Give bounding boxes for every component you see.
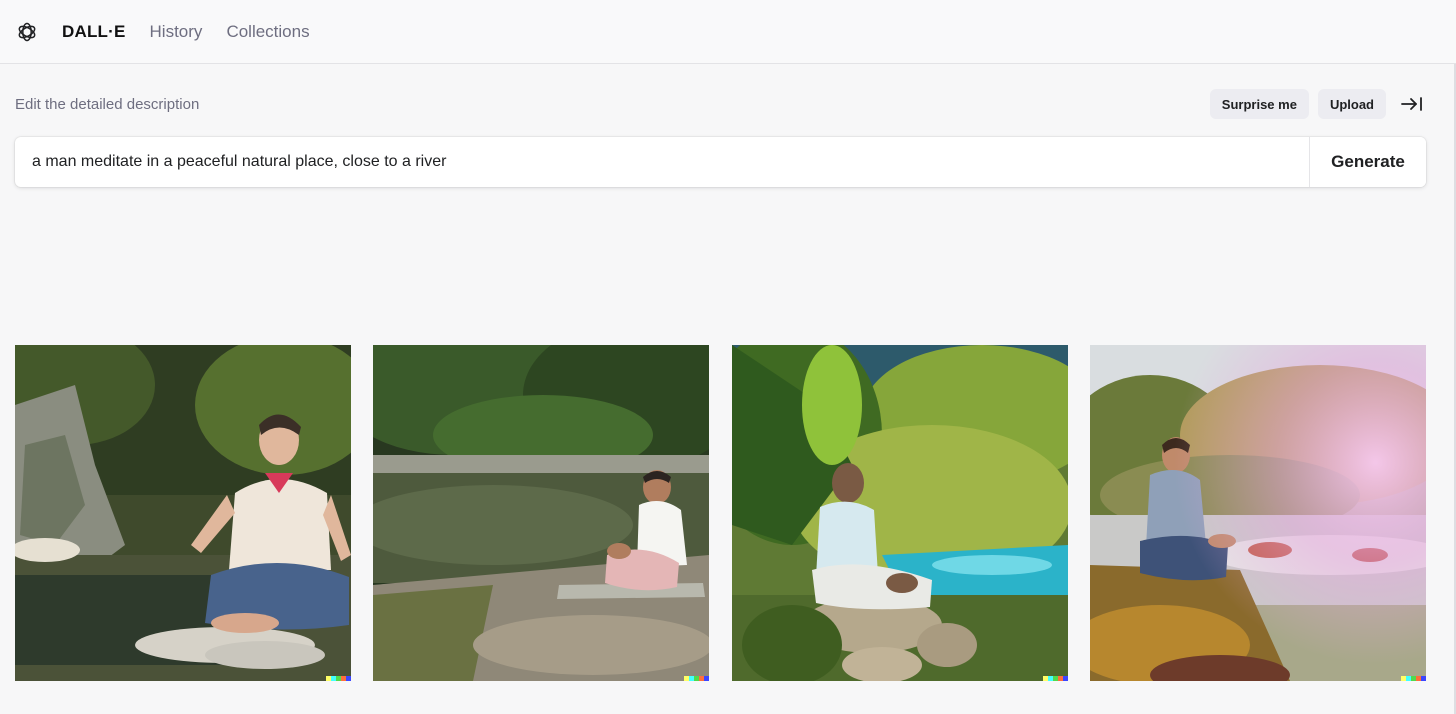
meditation-image-1 [15,345,351,681]
image-signature [684,676,710,681]
description-label: Edit the detailed description [15,95,200,113]
result-image-3[interactable] [731,345,1068,681]
nav-link-history[interactable]: History [150,22,203,42]
brand-title[interactable]: DALL·E [62,22,126,42]
image-signature [1042,676,1068,681]
nav-link-collections[interactable]: Collections [226,22,309,42]
results-grid [15,345,1426,681]
top-navigation-bar: DALL·E History Collections [0,0,1456,64]
surprise-me-button[interactable]: Surprise me [1209,89,1309,119]
meditation-image-3 [731,345,1068,681]
image-signature [326,676,351,681]
editor-header: Edit the detailed description Surprise m… [15,86,1426,122]
image-signature [1400,676,1426,681]
result-image-2[interactable] [373,345,710,681]
result-image-4[interactable] [1089,345,1426,681]
meditation-image-2 [373,345,710,681]
openai-logo-icon[interactable] [15,20,39,44]
meditation-image-4 [1089,345,1426,681]
prompt-bar: Generate [15,137,1426,187]
editor-actions: Surprise me Upload [1201,89,1426,119]
prompt-input[interactable] [15,137,1309,187]
upload-button[interactable]: Upload [1317,89,1386,119]
result-image-1[interactable] [15,345,351,681]
generate-button[interactable]: Generate [1309,137,1426,187]
collapse-right-icon[interactable] [1398,90,1426,118]
